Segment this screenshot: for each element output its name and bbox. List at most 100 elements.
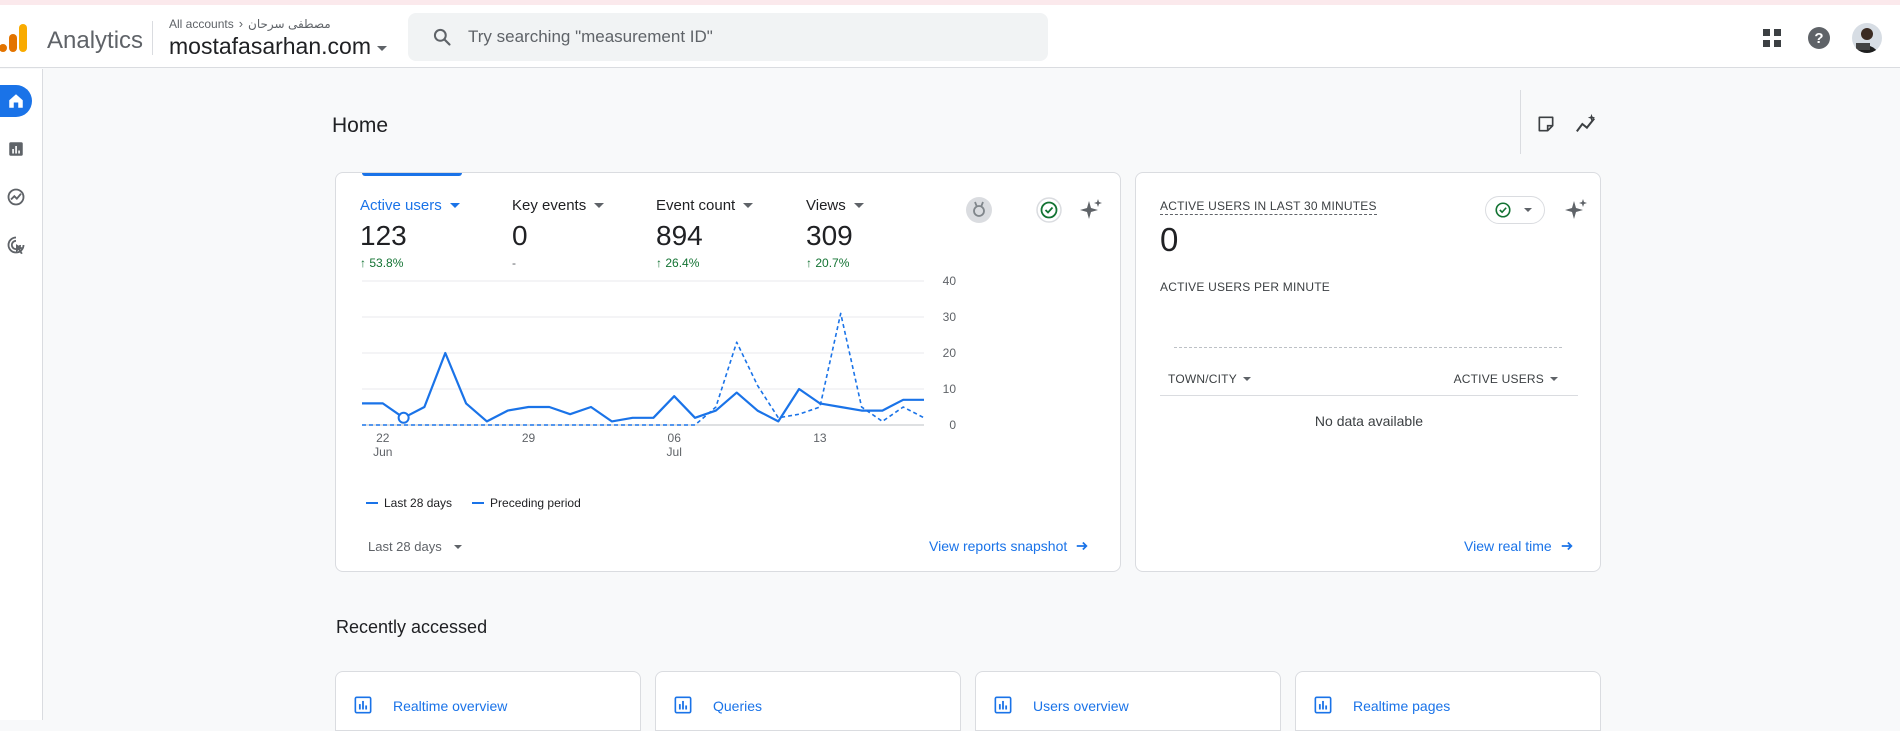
active-users-line-chart: 0 10 20 30 40 22Jun 29 06Jul 13 bbox=[362, 274, 957, 459]
property-selector[interactable]: mostafasarhan.com bbox=[169, 33, 387, 60]
sparkle-insights-icon[interactable] bbox=[1563, 197, 1589, 223]
apps-grid-icon[interactable] bbox=[1759, 25, 1785, 51]
date-range-label: Last 28 days bbox=[368, 539, 442, 554]
analytics-logo-icon[interactable] bbox=[0, 22, 30, 54]
caret-down-icon bbox=[1550, 377, 1558, 381]
property-name: mostafasarhan.com bbox=[169, 33, 371, 59]
tile-label: Queries bbox=[713, 698, 763, 714]
caret-down-icon bbox=[453, 544, 462, 549]
tile-label: Realtime overview bbox=[393, 698, 508, 714]
column-active-users[interactable]: ACTIVE USERS bbox=[1454, 372, 1558, 386]
all-accounts-link[interactable]: All accounts bbox=[169, 17, 234, 31]
recent-tile-realtime-pages[interactable]: Realtime pages bbox=[1295, 671, 1601, 731]
x-tick-month-label: Jun bbox=[373, 445, 392, 459]
data-quality-check-icon[interactable] bbox=[1034, 195, 1064, 225]
metric-value: 894 bbox=[656, 220, 703, 251]
per-minute-baseline bbox=[1174, 347, 1562, 348]
metric-label: Active users bbox=[360, 197, 442, 214]
metric-value: 123 bbox=[360, 220, 407, 251]
caret-down-icon bbox=[1524, 208, 1532, 212]
caret-down-icon bbox=[853, 203, 864, 208]
page-title: Home bbox=[332, 114, 389, 137]
caret-down-icon bbox=[376, 46, 387, 51]
view-reports-snapshot-link[interactable]: View reports snapshot bbox=[929, 538, 1089, 554]
y-tick-label: 40 bbox=[943, 274, 957, 288]
recent-tile-queries[interactable]: Queries bbox=[655, 671, 961, 731]
search-icon bbox=[433, 28, 451, 46]
report-icon bbox=[1314, 696, 1332, 714]
view-real-time-link[interactable]: View real time bbox=[1464, 538, 1574, 554]
realtime-value: 0 bbox=[1160, 221, 1179, 258]
notes-icon[interactable] bbox=[1534, 112, 1558, 136]
chart-legend: Last 28 days Preceding period bbox=[366, 496, 581, 510]
column-town-city[interactable]: TOWN/CITY bbox=[1168, 372, 1251, 386]
recent-tile-users-overview[interactable]: Users overview bbox=[975, 671, 1281, 731]
metric-label: Event count bbox=[656, 197, 736, 214]
arrow-right-icon bbox=[1077, 541, 1088, 551]
metric-change: ↑ 26.4% bbox=[656, 256, 700, 270]
account-name: مصطفى سرحان bbox=[248, 16, 331, 31]
arrow-right-icon bbox=[1561, 541, 1573, 551]
search-bar[interactable] bbox=[408, 13, 1048, 61]
realtime-card: ACTIVE USERS IN LAST 30 MINUTES 0 ACTIVE… bbox=[1135, 172, 1601, 572]
title-divider bbox=[1520, 90, 1521, 154]
avatar[interactable] bbox=[1852, 23, 1882, 53]
y-tick-label: 20 bbox=[943, 346, 957, 360]
metric-active-users[interactable]: Active users 123 ↑ 53.8% bbox=[360, 197, 460, 270]
insights-icon[interactable] bbox=[1574, 112, 1598, 136]
caret-down-icon bbox=[1242, 377, 1251, 381]
x-tick-label: 06 bbox=[668, 431, 682, 445]
metric-views[interactable]: Views 309 ↑ 20.7% bbox=[806, 197, 864, 270]
nav-home[interactable] bbox=[0, 85, 32, 117]
tile-label: Realtime pages bbox=[1353, 698, 1451, 714]
realtime-title[interactable]: ACTIVE USERS IN LAST 30 MINUTES bbox=[1160, 199, 1377, 215]
left-nav-rail bbox=[0, 69, 43, 720]
nav-reports[interactable] bbox=[0, 133, 32, 165]
recent-tile-realtime-overview[interactable]: Realtime overview bbox=[335, 671, 641, 731]
account-breadcrumb[interactable]: All accounts › مصطفى سرحان bbox=[169, 16, 331, 31]
recently-accessed-title: Recently accessed bbox=[336, 617, 488, 637]
metric-label: Key events bbox=[512, 197, 587, 214]
arrow-up-icon: ↑ bbox=[360, 256, 370, 270]
metric-key-events[interactable]: Key events 0 - bbox=[512, 197, 605, 270]
tile-label: Users overview bbox=[1033, 698, 1129, 714]
hover-point bbox=[397, 411, 410, 424]
selected-tab-indicator bbox=[362, 173, 462, 176]
x-tick-month-label: Jul bbox=[667, 445, 682, 459]
nav-explore[interactable] bbox=[0, 181, 32, 213]
caret-down-icon bbox=[449, 203, 460, 208]
series-line-last-28-days bbox=[362, 351, 924, 423]
benchmark-icon[interactable] bbox=[964, 195, 994, 225]
arrow-up-icon: ↑ bbox=[806, 256, 816, 270]
report-icon bbox=[674, 696, 692, 714]
home-icon bbox=[9, 94, 23, 108]
sparkle-insights-icon[interactable] bbox=[1076, 195, 1106, 225]
realtime-subtitle: ACTIVE USERS PER MINUTE bbox=[1160, 280, 1330, 294]
help-icon[interactable]: ? bbox=[1806, 25, 1832, 51]
metric-event-count[interactable]: Event count 894 ↑ 26.4% bbox=[656, 197, 754, 270]
realtime-table-header: TOWN/CITY ACTIVE USERS bbox=[1160, 368, 1578, 396]
metric-change: ↑ 53.8% bbox=[360, 256, 404, 270]
chevron-right-icon: › bbox=[238, 16, 244, 31]
y-tick-label: 10 bbox=[943, 382, 957, 396]
legend-current: Last 28 days bbox=[366, 496, 452, 510]
bar-chart-icon bbox=[9, 142, 23, 156]
x-tick-label: 13 bbox=[813, 431, 827, 445]
caret-down-icon bbox=[594, 203, 605, 208]
svg-text:?: ? bbox=[1814, 30, 1823, 47]
top-header: Analytics All accounts › مصطفى سرحان mos… bbox=[0, 5, 1900, 68]
x-tick-label: 29 bbox=[522, 431, 536, 445]
nav-advertising[interactable] bbox=[0, 229, 32, 261]
header-divider bbox=[152, 21, 153, 55]
y-tick-label: 30 bbox=[943, 310, 957, 324]
search-input[interactable] bbox=[468, 27, 1028, 47]
date-range-selector[interactable]: Last 28 days bbox=[368, 539, 462, 554]
link-label: View real time bbox=[1464, 538, 1552, 554]
empty-state-text: No data available bbox=[1314, 413, 1424, 429]
check-circle-icon bbox=[1495, 202, 1511, 218]
target-cursor-icon bbox=[7, 236, 25, 255]
legend-previous: Preceding period bbox=[472, 496, 581, 510]
data-quality-dropdown[interactable] bbox=[1485, 196, 1545, 224]
report-icon bbox=[354, 696, 372, 714]
report-icon bbox=[994, 696, 1012, 714]
